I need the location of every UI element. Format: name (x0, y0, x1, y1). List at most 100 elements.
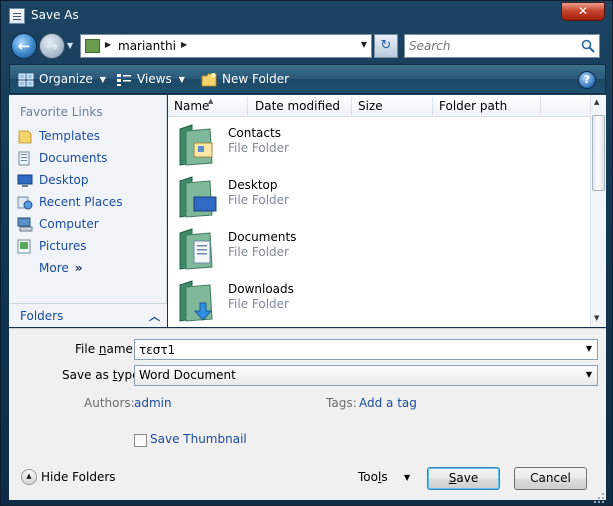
button-row: ▲ Hide Folders Tools ▼ Save Cancel (9, 464, 606, 500)
organize-label: Organize (39, 72, 93, 86)
authors-label: Authors: (84, 396, 135, 410)
new-folder-button[interactable]: New Folder (201, 71, 289, 89)
favorite-links-heading: Favorite Links (20, 105, 103, 119)
back-arrow-icon: ← (17, 37, 31, 55)
file-row-desktop[interactable]: Desktop File Folder (168, 171, 590, 223)
file-row-downloads[interactable]: Downloads File Folder (168, 275, 590, 327)
help-button[interactable]: ? (578, 71, 596, 89)
sort-ascending-icon: ▲ (208, 97, 214, 105)
save-button[interactable]: Save (427, 467, 500, 490)
folder-icon (18, 130, 32, 144)
chevron-down-icon[interactable]: ▼ (586, 370, 592, 379)
chevron-up-icon: ▲ (21, 469, 37, 485)
breadcrumb-separator-icon[interactable]: ▶ (181, 40, 187, 49)
more-label: More (39, 261, 69, 275)
search-input[interactable] (409, 38, 577, 54)
chevron-down-icon: ▼ (67, 41, 74, 50)
save-thumbnail-checkbox[interactable] (134, 434, 147, 447)
nav-link-label: Documents (39, 151, 108, 165)
views-label: Views (137, 72, 172, 86)
address-bar[interactable]: ▶ marianthi ▶ ▼ (80, 34, 372, 58)
folders-bar[interactable]: Folders ︿ (9, 303, 167, 327)
navigation-pane: Favorite Links Templates Documents Deskt… (9, 95, 167, 327)
nav-link-computer[interactable]: Computer (15, 216, 165, 234)
file-name-combo[interactable]: ▼ (134, 339, 598, 360)
column-divider[interactable] (432, 97, 433, 115)
breadcrumb-separator-icon[interactable]: ▶ (105, 40, 111, 49)
close-button[interactable]: ✕ (561, 2, 605, 21)
column-header-size[interactable]: Size (358, 99, 383, 113)
chevron-up-icon[interactable]: ︿ (149, 308, 160, 324)
save-as-type-label: Save as type: (62, 368, 144, 382)
nav-link-desktop[interactable]: Desktop (15, 172, 165, 190)
chevron-down-icon: ▼ (178, 74, 185, 84)
column-header-row: ▲ Name Date modified Size Folder path (168, 95, 590, 117)
address-dropdown-icon[interactable]: ▼ (361, 40, 367, 49)
nav-link-label: Pictures (39, 239, 87, 253)
authors-value[interactable]: admin (134, 396, 172, 410)
nav-link-documents[interactable]: Documents (15, 150, 165, 168)
file-list: ▲ Name Date modified Size Folder path Co… (168, 95, 606, 327)
column-divider[interactable] (351, 97, 352, 115)
save-as-dialog: Save As ✕ ← → ▼ ▶ marianthi ▶ ▼ ↻ Search… (0, 0, 613, 506)
window-title: Save As (31, 8, 79, 22)
back-button[interactable]: ← (11, 33, 37, 59)
vertical-scrollbar[interactable]: ▲ ▼ (590, 95, 606, 327)
scroll-up-icon[interactable]: ▲ (594, 98, 599, 106)
chevron-down-icon: ▼ (99, 74, 106, 84)
nav-link-label: Desktop (39, 173, 89, 187)
file-row-contacts[interactable]: Contacts File Folder (168, 119, 590, 171)
title-bar[interactable]: Save As ✕ (1, 1, 612, 31)
file-name: Documents (228, 230, 297, 244)
organize-icon (18, 73, 34, 87)
nav-link-pictures[interactable]: Pictures (15, 238, 165, 256)
forward-button[interactable]: → (39, 33, 65, 59)
views-menu[interactable]: Views ▼ (116, 71, 185, 89)
search-box[interactable] (404, 34, 600, 58)
nav-link-label: Templates (39, 129, 101, 143)
file-name: Downloads (228, 282, 294, 296)
new-folder-icon (201, 73, 217, 87)
file-type: File Folder (228, 297, 289, 311)
pictures-icon (17, 239, 31, 254)
chevron-down-icon[interactable]: ▼ (586, 344, 592, 353)
downloads-folder-icon (179, 280, 213, 322)
tags-value[interactable]: Add a tag (359, 396, 417, 410)
nav-link-label: Computer (39, 217, 99, 231)
column-divider[interactable] (247, 97, 248, 115)
forward-arrow-icon: → (45, 37, 59, 55)
command-toolbar: Organize ▼ Views ▼ New Folder ? (9, 64, 606, 94)
column-header-name[interactable]: ▲ Name (174, 97, 213, 113)
tools-menu[interactable]: Tools (358, 470, 388, 484)
tags-label: Tags: (326, 396, 357, 410)
recent-places-icon (17, 196, 33, 210)
nav-link-templates[interactable]: Templates (15, 128, 165, 146)
file-name-input[interactable] (139, 342, 559, 357)
breadcrumb-segment[interactable]: marianthi (118, 39, 176, 53)
column-header-folder-path[interactable]: Folder path (439, 99, 507, 113)
save-thumbnail-label[interactable]: Save Thumbnail (150, 432, 247, 446)
file-row-documents[interactable]: Documents File Folder (168, 223, 590, 275)
refresh-button[interactable]: ↻ (374, 34, 398, 58)
save-as-type-select[interactable]: Word Document ▼ (134, 365, 598, 386)
resize-grip-icon[interactable] (593, 492, 605, 504)
save-as-type-value: Word Document (139, 368, 236, 382)
hide-folders-label: Hide Folders (41, 470, 116, 484)
column-header-date-modified[interactable]: Date modified (255, 99, 340, 113)
nav-link-label: Recent Places (39, 195, 123, 209)
organize-menu[interactable]: Organize ▼ (18, 71, 106, 89)
help-icon: ? (583, 73, 591, 86)
double-chevron-right-icon: » (74, 261, 83, 275)
nav-link-recent-places[interactable]: Recent Places (15, 194, 165, 212)
file-name: Contacts (228, 126, 281, 140)
column-divider[interactable] (540, 97, 541, 115)
file-type: File Folder (228, 141, 289, 155)
nav-link-more[interactable]: More » (15, 260, 165, 278)
scroll-down-icon[interactable]: ▼ (594, 314, 599, 322)
documents-folder-icon (179, 228, 213, 270)
cancel-button[interactable]: Cancel (514, 467, 587, 490)
search-icon[interactable] (581, 39, 595, 53)
scrollbar-thumb[interactable] (592, 115, 605, 191)
recent-pages-dropdown[interactable]: ▼ (67, 42, 76, 50)
chevron-down-icon[interactable]: ▼ (404, 473, 410, 482)
